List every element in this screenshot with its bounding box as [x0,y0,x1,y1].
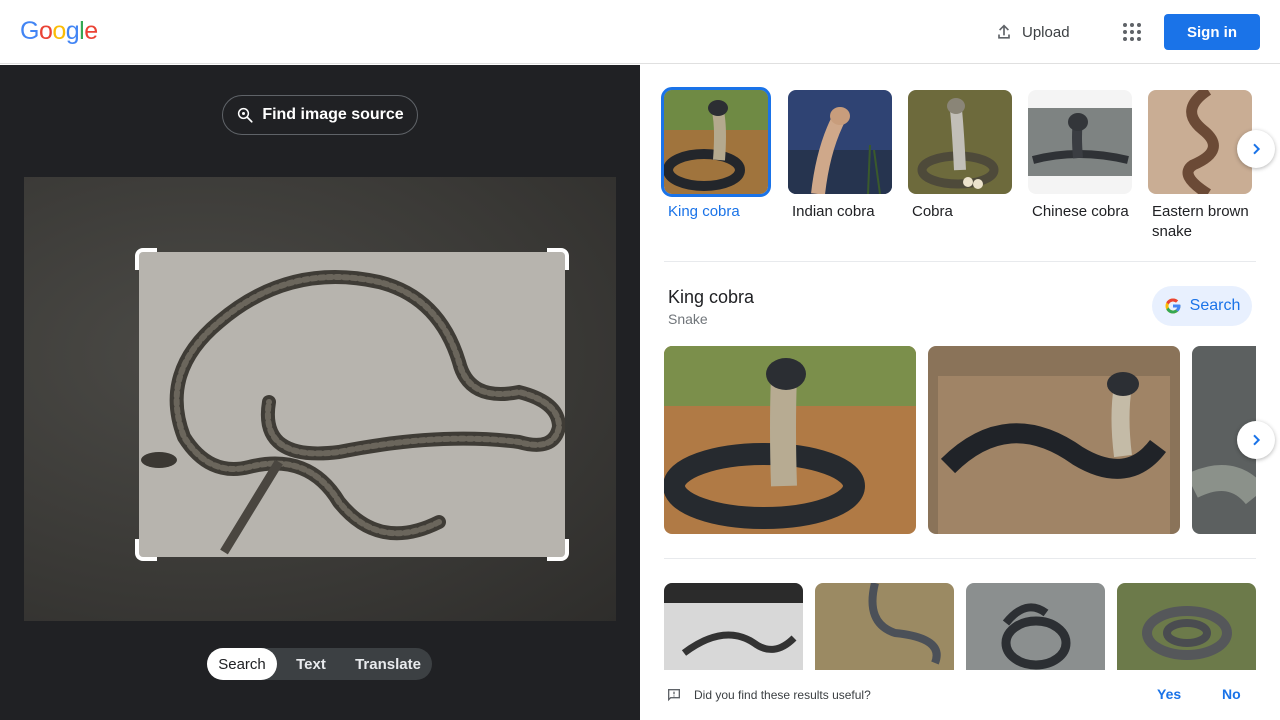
image-result[interactable] [928,346,1180,534]
apps-grid-icon[interactable] [1118,18,1146,46]
related-item-label: Eastern brown snake [1152,203,1249,240]
crop-handle-top-left[interactable] [135,248,157,270]
related-item-chinese-cobra[interactable]: Chinese cobra [1028,90,1132,222]
eastern-brown-snake-thumbnail [1148,90,1252,194]
feedback-question: Did you find these results useful? [694,688,871,702]
image-query-panel: Find image source Search Text Translate [0,65,640,720]
visual-match[interactable] [1117,583,1256,671]
image-result[interactable] [664,346,916,534]
upload-label: Upload [1022,23,1070,41]
logo-letter: o [38,17,53,45]
image-results-row [664,346,1256,534]
cobra-thumbnail [908,90,1012,194]
sign-in-button[interactable]: Sign in [1164,14,1260,50]
crop-handle-bottom-left[interactable] [135,539,157,561]
related-entities-row: King cobra Indian cobra Cobra Chinese co… [661,87,1256,250]
crop-handle-top-right[interactable] [547,248,569,270]
feedback-icon [668,689,680,702]
indian-cobra-thumbnail [788,90,892,194]
visual-match[interactable] [815,583,954,671]
visual-match[interactable] [664,583,803,671]
entity-title: King cobra [668,287,755,307]
find-image-source-label: Find image source [262,106,404,123]
related-item-label: Cobra [912,203,953,220]
tab-translate[interactable]: Translate [345,648,431,680]
related-item-indian-cobra[interactable]: Indian cobra [788,90,892,222]
entity-search-label: Search [1189,297,1241,314]
visual-match[interactable] [966,583,1105,671]
find-image-source-button[interactable]: Find image source [222,95,418,135]
images-next-button[interactable] [1237,421,1275,459]
snake-image [139,252,565,557]
related-item-king-cobra[interactable]: King cobra [661,87,771,222]
chinese-cobra-thumbnail [1028,90,1132,194]
king-cobra-thumbnail [661,87,771,197]
results-panel: King cobra Indian cobra Cobra Chinese co… [640,65,1280,720]
top-bar: Google Upload Sign in [0,0,1280,64]
tab-text[interactable]: Text [277,648,345,680]
chevron-right-icon [1253,143,1261,155]
logo-letter: G [20,17,39,45]
upload-icon [998,24,1010,39]
feedback-no-button[interactable]: No [1222,686,1241,702]
divider [664,558,1256,559]
entity-subtitle: Snake [668,311,708,327]
entity-search-button[interactable]: Search [1152,286,1252,326]
related-item-label: King cobra [668,203,740,220]
related-item-label: Chinese cobra [1032,203,1129,220]
tab-search[interactable]: Search [207,648,277,680]
related-item-eastern-brown-snake[interactable]: Eastern brown snake [1148,90,1252,242]
related-item-cobra[interactable]: Cobra [908,90,1012,222]
related-next-button[interactable] [1237,130,1275,168]
google-logo[interactable]: Google [20,17,98,46]
query-image [24,177,616,621]
upload-button[interactable]: Upload [986,16,1078,48]
feedback-bar: Did you find these results useful? Yes N… [640,670,1280,720]
crop-handle-bottom-right[interactable] [547,539,569,561]
logo-letter: g [65,17,80,45]
chevron-right-icon [1253,434,1261,446]
related-item-label: Indian cobra [792,203,875,220]
visual-matches-row [664,583,1256,671]
mode-tabs: Search Text Translate [207,648,432,680]
divider [664,261,1256,262]
crop-selection[interactable] [139,252,565,557]
logo-letter: o [52,17,66,45]
lens-search-icon [238,107,253,123]
google-g-icon [1165,298,1181,314]
feedback-yes-button[interactable]: Yes [1157,686,1181,702]
logo-letter: e [84,17,98,45]
